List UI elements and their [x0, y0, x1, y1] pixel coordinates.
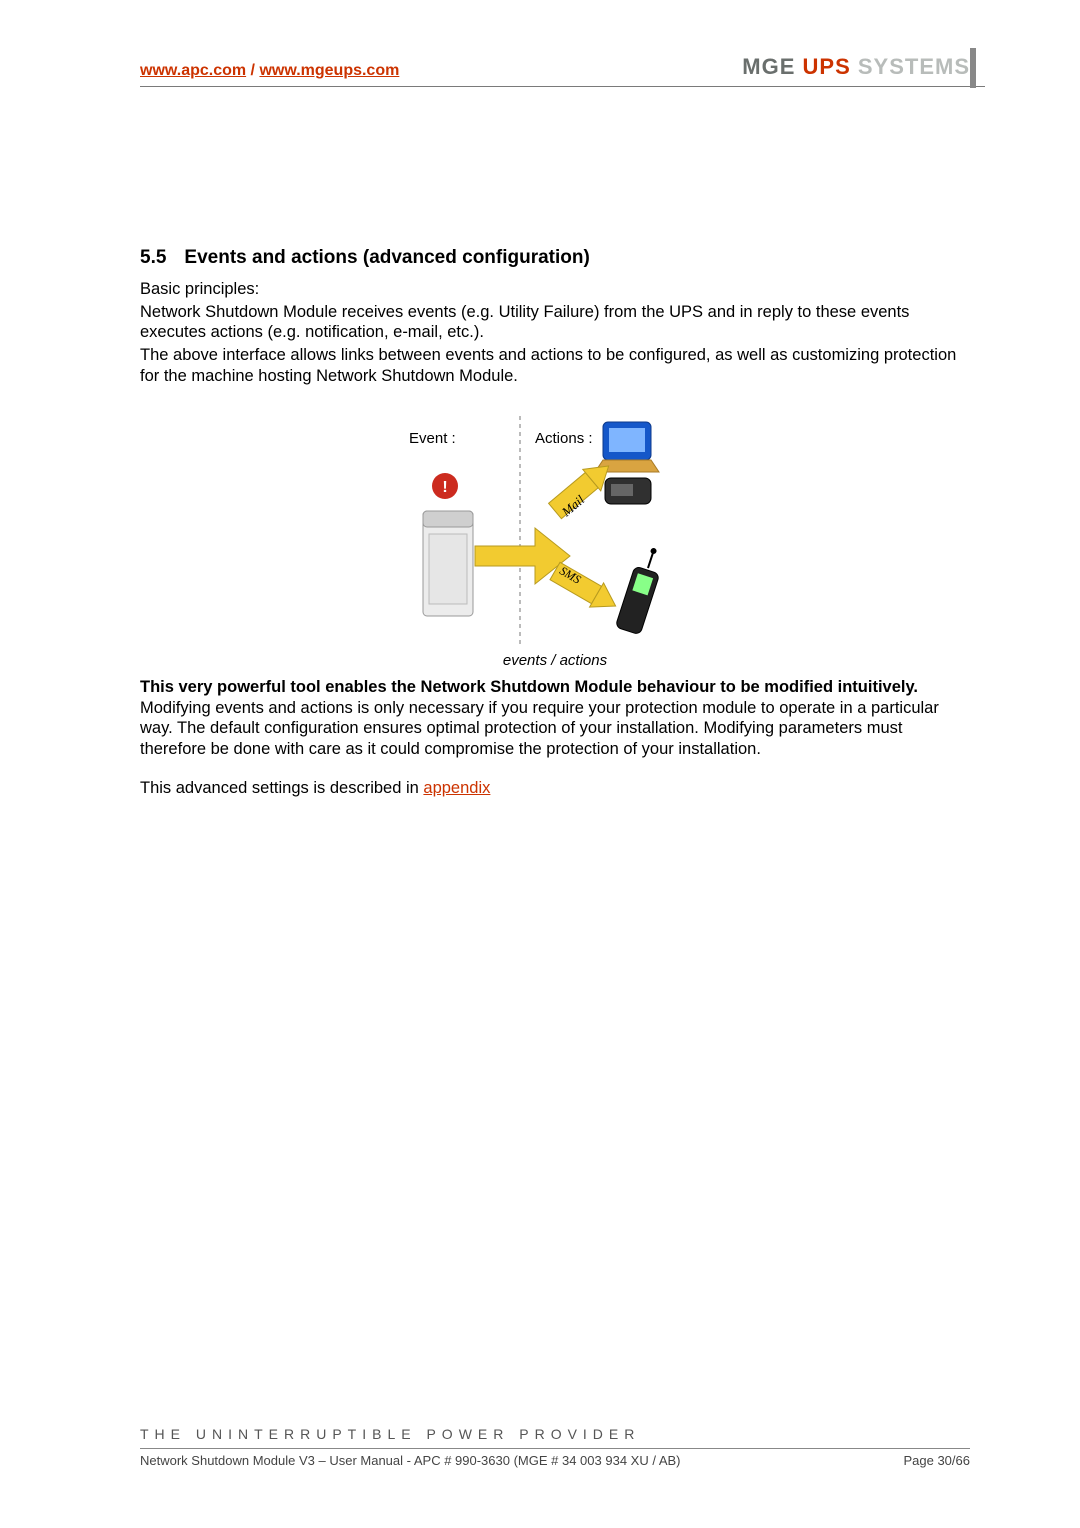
header-links: www.apc.com / www.mgeups.com: [140, 62, 399, 80]
diagram-container: Event : Actions : !: [140, 416, 970, 646]
paragraph-tool-summary: This very powerful tool enables the Netw…: [140, 677, 970, 760]
paragraph-receives-events: Network Shutdown Module receives events …: [140, 302, 970, 343]
svg-text:!: !: [442, 479, 447, 496]
page-header: www.apc.com / www.mgeups.com MGE UPS SYS…: [140, 54, 970, 80]
footer-rule: [140, 1448, 970, 1449]
footer-doc-id: Network Shutdown Module V3 – User Manual…: [140, 1453, 681, 1468]
paragraph-appendix: This advanced settings is described in a…: [140, 778, 970, 799]
content-area: 5.5 Events and actions (advanced configur…: [140, 247, 970, 798]
footer-tagline: THE UNINTERRUPTIBLE POWER PROVIDER: [140, 1426, 970, 1442]
paragraph-basic-principles: Basic principles:: [140, 279, 970, 300]
section-heading: 5.5 Events and actions (advanced configur…: [140, 247, 970, 269]
footer-row: Network Shutdown Module V3 – User Manual…: [140, 1453, 970, 1468]
diagram-event-label: Event :: [409, 430, 456, 447]
link-separator: /: [246, 62, 259, 79]
diagram-actions-label: Actions :: [535, 430, 593, 447]
paragraph-modifying-events: Modifying events and actions is only nec…: [140, 699, 939, 758]
diagram-svg: !: [405, 416, 705, 646]
document-page: www.apc.com / www.mgeups.com MGE UPS SYS…: [0, 0, 1080, 1528]
diagram-caption: events / actions: [140, 652, 970, 669]
header-right-edge: [970, 48, 976, 88]
paragraph-above-interface: The above interface allows links between…: [140, 345, 970, 386]
page-footer: THE UNINTERRUPTIBLE POWER PROVIDER Netwo…: [140, 1426, 970, 1468]
appendix-prefix: This advanced settings is described in: [140, 779, 423, 797]
paragraph-tool-bold: This very powerful tool enables the Netw…: [140, 678, 918, 696]
brand-systems: SYSTEMS: [858, 54, 970, 79]
brand-logo: MGE UPS SYSTEMS: [742, 54, 970, 80]
link-apc[interactable]: www.apc.com: [140, 62, 246, 79]
link-mgeups[interactable]: www.mgeups.com: [259, 62, 399, 79]
brand-mge: MGE: [742, 54, 795, 79]
link-appendix[interactable]: appendix: [423, 779, 490, 797]
brand-ups: UPS: [795, 54, 857, 79]
section-title: Events and actions (advanced configurati…: [184, 247, 589, 268]
header-rule: [140, 86, 985, 87]
section-number: 5.5: [140, 247, 166, 269]
events-actions-diagram: Event : Actions : !: [405, 416, 705, 646]
footer-page-number: Page 30/66: [903, 1453, 970, 1468]
